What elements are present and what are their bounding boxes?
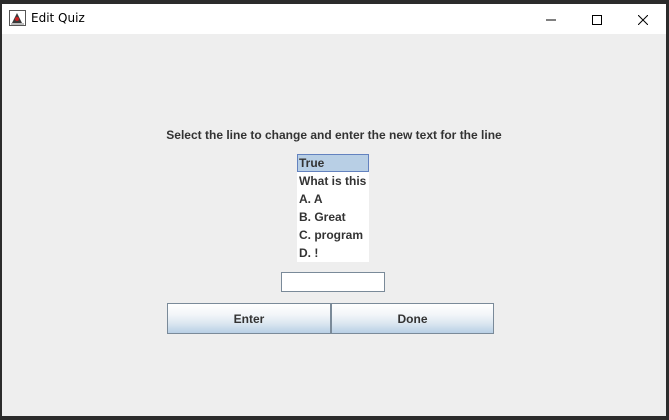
enter-button[interactable]: Enter bbox=[167, 303, 331, 334]
maximize-button[interactable] bbox=[574, 4, 620, 34]
done-button[interactable]: Done bbox=[331, 303, 494, 334]
java-duke-icon bbox=[9, 10, 26, 26]
line-item-0[interactable]: True bbox=[297, 154, 369, 172]
close-icon bbox=[637, 10, 649, 29]
content-panel: Select the line to change and enter the … bbox=[2, 34, 666, 416]
title-bar[interactable]: Edit Quiz bbox=[2, 4, 666, 34]
line-item-5[interactable]: D. ! bbox=[297, 244, 369, 262]
line-item-3[interactable]: B. Great bbox=[297, 208, 369, 226]
window-frame: Edit Quiz Select the line to change and … bbox=[2, 4, 666, 416]
new-text-input[interactable] bbox=[281, 272, 385, 292]
minimize-icon bbox=[546, 10, 556, 29]
line-list[interactable]: True What is this A. A B. Great C. progr… bbox=[297, 154, 369, 262]
line-item-2[interactable]: A. A bbox=[297, 190, 369, 208]
minimize-button[interactable] bbox=[528, 4, 574, 34]
close-button[interactable] bbox=[620, 4, 666, 34]
instruction-label: Select the line to change and enter the … bbox=[166, 128, 502, 142]
application-window: Edit Quiz Select the line to change and … bbox=[0, 0, 669, 420]
line-item-4[interactable]: C. program bbox=[297, 226, 369, 244]
window-title: Edit Quiz bbox=[31, 11, 85, 25]
maximize-icon bbox=[592, 10, 602, 29]
line-item-1[interactable]: What is this bbox=[297, 172, 369, 190]
